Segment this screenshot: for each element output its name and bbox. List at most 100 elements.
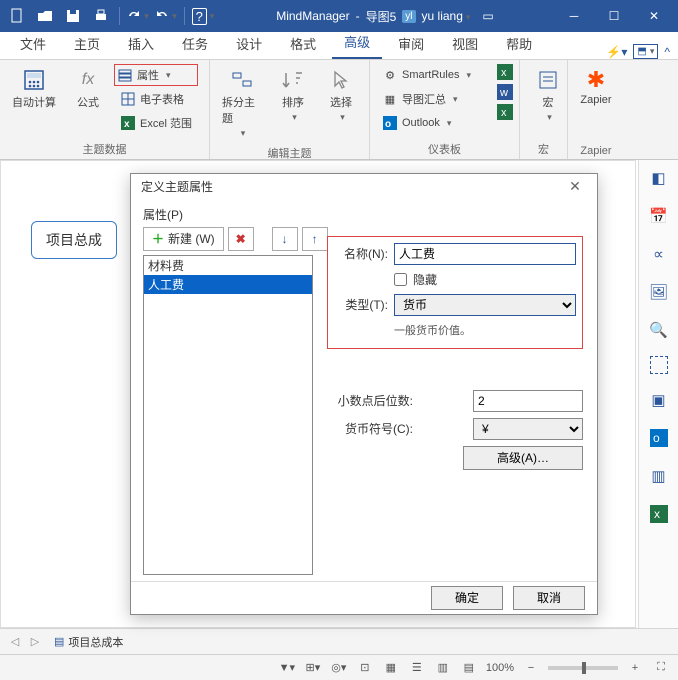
search-panel-icon[interactable]: 🔍 [647,318,671,342]
table-icon [120,91,136,107]
boundary-panel-icon[interactable] [650,356,668,374]
scroll-left-icon[interactable]: ◁ [8,635,22,648]
minimize-icon[interactable]: ─ [554,1,594,31]
view4-icon[interactable]: ▤ [460,661,478,674]
name-input[interactable] [394,243,576,265]
cancel-button[interactable]: 取消 [513,586,585,610]
ribbon-group-zapier: ✱Zapier Zapier [568,60,624,159]
view3-icon[interactable]: ▥ [434,661,452,674]
help-icon[interactable]: ? [190,3,216,29]
excel-small-icon[interactable]: x [497,64,513,80]
macro-button[interactable]: 宏 [526,64,570,127]
summary-icon: ▦ [382,91,398,107]
zoom-out-icon[interactable]: − [522,662,540,674]
tab-design[interactable]: 设计 [224,30,274,59]
calendar-panel-icon[interactable]: 📅 [647,204,671,228]
ok-button[interactable]: 确定 [431,586,503,610]
move-up-button[interactable]: ↑ [302,227,328,251]
dialog-title: 定义主题属性 [141,178,213,195]
undo-icon[interactable] [125,3,151,29]
excel-panel-icon[interactable]: x [647,502,671,526]
zoom-in-icon[interactable]: + [626,662,644,674]
smartrules-button[interactable]: ⚙SmartRules [376,64,489,86]
maximize-icon[interactable]: ☐ [594,1,634,31]
task-panel-icon[interactable]: ◧ [647,166,671,190]
currency-select[interactable]: ¥ [473,418,583,440]
outlook-panel-icon[interactable]: o [647,426,671,450]
doc-name: 导图5 [366,8,397,25]
sheet-tab[interactable]: ▤ 项目总成本 [48,632,129,652]
zoom-slider[interactable] [548,666,618,670]
tab-task[interactable]: 任务 [170,30,220,59]
map-summary-button[interactable]: ▦导图汇总 [376,88,489,110]
properties-button[interactable]: 属性 [114,64,198,86]
delete-property-button[interactable]: ✖ [228,227,254,251]
project-panel-icon[interactable]: ▥ [647,464,671,488]
tab-review[interactable]: 审阅 [386,30,436,59]
spreadsheet-button[interactable]: 电子表格 [114,88,198,110]
type-label: 类型(T): [334,296,388,313]
fit-icon[interactable]: ⊡ [356,661,374,674]
advanced-button[interactable]: 高级(A)… [463,446,583,470]
view2-icon[interactable]: ☰ [408,661,426,674]
image-panel-icon[interactable]: 🖼 [647,280,671,304]
view1-icon[interactable]: ▦ [382,661,400,674]
link-panel-icon[interactable]: ∝ [647,242,671,266]
power-filter-icon[interactable]: ⚡▾ [606,45,627,59]
tab-insert[interactable]: 插入 [116,30,166,59]
scroll-right-icon[interactable]: ▷ [28,635,42,648]
expand-icon[interactable]: ⊞▾ [304,661,322,674]
open-icon[interactable] [32,3,58,29]
filter-icon[interactable]: ▼▾ [278,661,296,674]
ribbon-tabs: 文件 主页 插入 任务 设计 格式 高级 审阅 视图 帮助 ⚡▾ ⬒ ^ [0,32,678,60]
focus-icon[interactable]: ◎▾ [330,661,348,674]
window-collapse-icon[interactable]: ▭ [482,9,493,23]
excel-range-button[interactable]: x Excel 范围 [114,112,198,134]
fullscreen-icon[interactable]: ⛶ [652,661,670,674]
new-doc-icon[interactable] [4,3,30,29]
zapier-button[interactable]: ✱Zapier [574,64,618,110]
tab-format[interactable]: 格式 [278,30,328,59]
parts-panel-icon[interactable]: ▣ [647,388,671,412]
svg-text:x: x [501,67,507,79]
svg-text:x: x [501,107,507,119]
property-options-panel: 小数点后位数: 货币符号(C): ¥ 高级(A)… [327,390,583,470]
decimals-input[interactable] [473,390,583,412]
status-bar: ▼▾ ⊞▾ ◎▾ ⊡ ▦ ☰ ▥ ▤ 100% − + ⛶ [0,654,678,680]
print-icon[interactable] [88,3,114,29]
new-property-button[interactable]: ＋ 新建 (W) [143,227,224,251]
dialog-close-icon[interactable]: ✕ [563,175,587,199]
redo-icon[interactable] [153,3,179,29]
save-icon[interactable] [60,3,86,29]
tab-view[interactable]: 视图 [440,30,490,59]
tab-help[interactable]: 帮助 [494,30,544,59]
tab-home[interactable]: 主页 [62,30,112,59]
ribbon-group-topic-data: 自动计算 fx 公式 属性 电子表格 x Excel 范围 [0,60,210,159]
type-select[interactable]: 货币 [394,294,576,316]
properties-listbox[interactable]: 材料费 人工费 [143,255,313,575]
calculator-icon [22,68,46,92]
move-down-button[interactable]: ↓ [272,227,298,251]
ribbon-collapse-icon[interactable]: ^ [664,45,670,59]
close-icon[interactable]: ✕ [634,1,674,31]
user-name[interactable]: yu liang [422,9,471,23]
title-text: MindManager - 导图5 yl yu liang ▭ [216,8,554,25]
select-button[interactable]: 选择 [319,64,363,127]
list-item[interactable]: 人工费 [144,275,312,294]
tab-advanced[interactable]: 高级 [332,28,382,59]
zapier-icon: ✱ [584,68,608,92]
autocalc-button[interactable]: 自动计算 [6,64,62,114]
split-topic-button[interactable]: 拆分主题 [216,64,267,143]
formula-button[interactable]: fx 公式 [66,64,110,114]
tab-file[interactable]: 文件 [8,30,58,59]
sort-button[interactable]: 排序 [271,64,315,127]
excel-small2-icon[interactable]: x [497,104,513,120]
root-topic[interactable]: 项目总成 [31,221,117,259]
hidden-checkbox[interactable] [394,273,407,286]
ribbon-options-icon[interactable]: ⬒ [633,44,658,59]
list-item[interactable]: 材料费 [144,256,312,275]
property-definition-panel: 名称(N): 隐藏 类型(T): 货币 一般货币价值。 [327,236,583,349]
outlook-button[interactable]: oOutlook [376,112,489,134]
quick-access-toolbar: ? [4,3,216,29]
word-small-icon[interactable]: w [497,84,513,100]
